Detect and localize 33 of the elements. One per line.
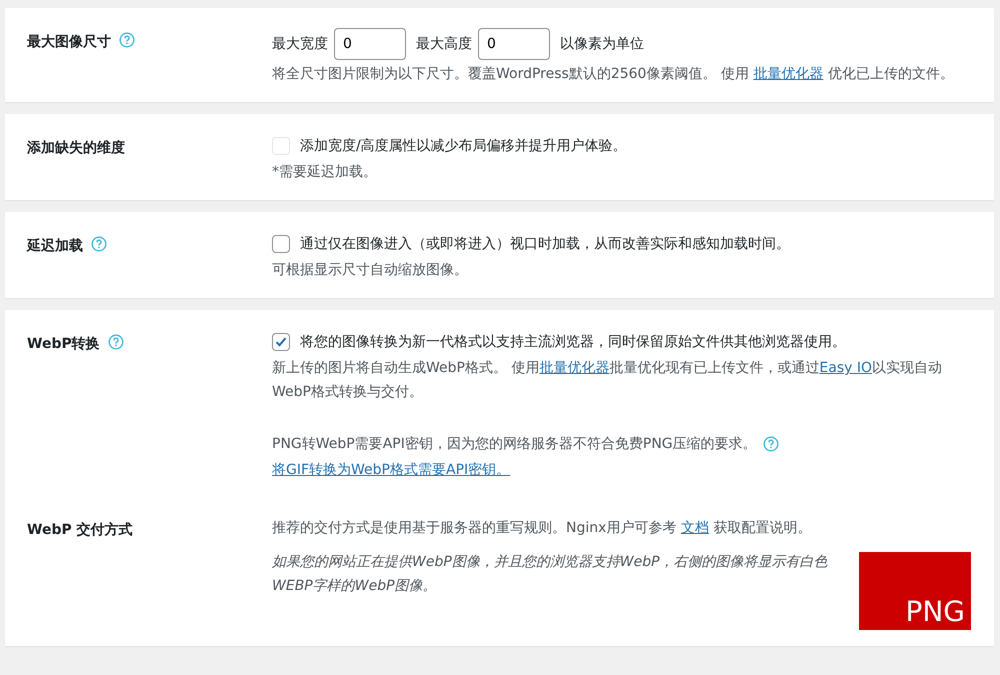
description: 新上传的图片将自动生成WebP格式。 使用批量优化器批量优化现有已上传文件，或通过Easy IO以实现自动WebP格式转换与交付。 xyxy=(272,359,944,402)
description: 推荐的交付方式是使用基于服务器的重写规则。Nginx用户可参考 文档 获取配置说明。 xyxy=(272,519,812,538)
png-badge: PNG xyxy=(859,552,971,630)
setting-label: WebP 交付方式 xyxy=(27,520,133,540)
link[interactable]: 将GIF转换为WebP格式需要API密钥。 xyxy=(272,462,510,478)
link[interactable]: 批量优化器 xyxy=(753,66,824,82)
link[interactable]: Easy IO xyxy=(819,360,872,376)
help-icon[interactable] xyxy=(108,334,124,350)
setting-label: WebP转换 xyxy=(27,335,100,354)
description: PNG转WebP需要API密钥，因为您的网络服务器不符合免费PNG压缩的要求。 xyxy=(272,435,757,454)
help-icon[interactable] xyxy=(91,236,107,252)
checkbox-label: 添加宽度/高度属性以减少布局偏移并提升用户体验。 xyxy=(300,137,627,156)
setting-label: 最大图像尺寸 xyxy=(27,33,111,52)
checkbox[interactable] xyxy=(272,235,290,253)
help-icon[interactable] xyxy=(762,436,779,452)
field-label: 最大宽度 xyxy=(272,35,328,54)
checkbox-label: 将您的图像转换为新一代格式以支持主流浏览器，同时保留原始文件供其他浏览器使用。 xyxy=(300,333,846,352)
link[interactable]: 批量优化器 xyxy=(539,360,610,376)
checkbox-label: 通过仅在图像进入（或即将进入）视口时加载，从而改善实际和感知加载时间。 xyxy=(300,235,790,254)
description: 可根据显示尺寸自动缩放图像。 xyxy=(272,261,468,280)
size-input[interactable]: 0 xyxy=(478,28,550,60)
description: 将全尺寸图片限制为以下尺寸。覆盖WordPress默认的2560像素阈值。 使用 批量优化器 优化已上传的文件。 xyxy=(272,65,954,84)
link[interactable]: 文档 xyxy=(680,520,709,536)
field-label: 最大高度 xyxy=(416,35,472,54)
size-input[interactable]: 0 xyxy=(334,28,406,60)
unit-label: 以像素为单位 xyxy=(560,35,644,54)
check-icon xyxy=(274,335,288,349)
note: 如果您的网站正在提供WebP图像，并且您的浏览器支持WebP，右侧的图像将显示有白色WEBP字样的WebP图像。 xyxy=(272,553,829,596)
help-icon[interactable] xyxy=(119,32,135,48)
setting-label: 添加缺失的维度 xyxy=(27,138,125,158)
setting-label: 延迟加载 xyxy=(27,237,83,256)
checkbox[interactable] xyxy=(272,333,290,351)
description: *需要延迟加载。 xyxy=(272,163,377,182)
